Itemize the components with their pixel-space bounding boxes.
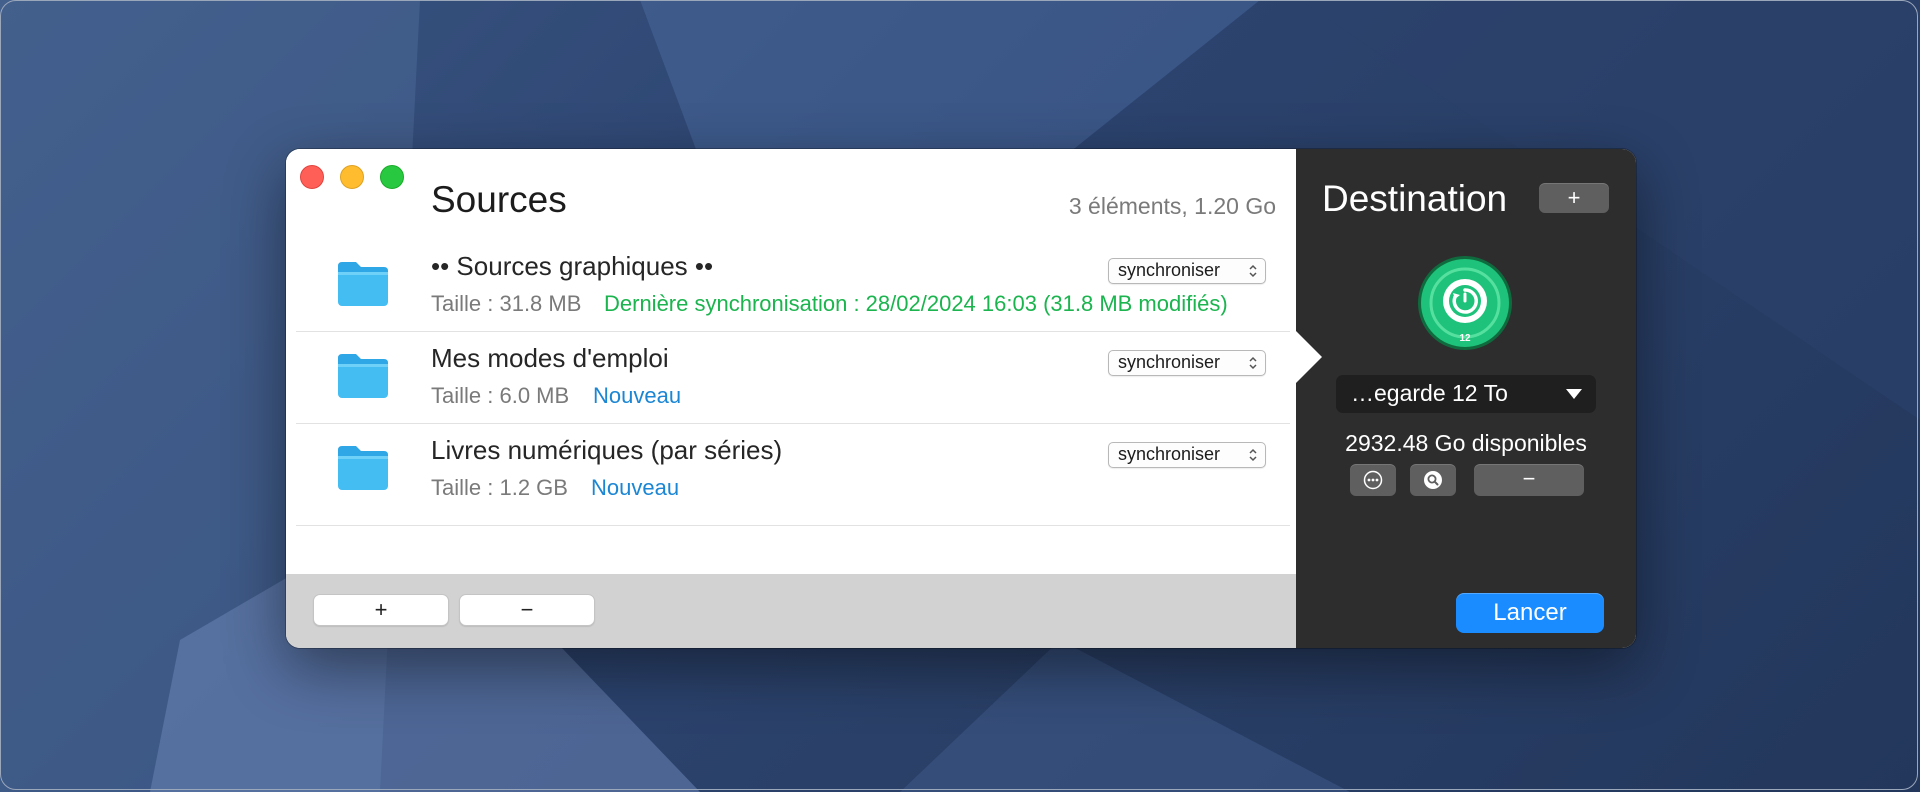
source-status: Dernière synchronisation : 28/02/2024 16… — [604, 291, 1228, 316]
source-status: Nouveau — [593, 383, 682, 408]
launch-button[interactable]: Lancer — [1456, 593, 1604, 633]
reveal-icon — [1424, 471, 1442, 489]
bottom-toolbar: + − — [286, 574, 1296, 648]
source-row[interactable]: Livres numériques (par séries) Taille : … — [296, 423, 1290, 526]
source-size: Taille : 31.8 MB — [431, 291, 582, 316]
source-status: Nouveau — [591, 475, 680, 500]
app-window: Sources 3 éléments, 1.20 Go •• Sources g… — [286, 149, 1636, 648]
source-size: Taille : 1.2 GB — [431, 475, 568, 500]
folder-icon — [338, 262, 388, 306]
sync-mode-select[interactable]: synchroniser — [1108, 258, 1266, 284]
sync-mode-select[interactable]: synchroniser — [1108, 442, 1266, 468]
folder-icon — [338, 446, 388, 490]
chevron-updown-icon — [1249, 448, 1257, 462]
source-size: Taille : 6.0 MB — [431, 383, 570, 408]
add-source-button[interactable]: + — [313, 594, 449, 626]
reveal-destination-button[interactable] — [1410, 464, 1456, 496]
sync-mode-value: synchroniser — [1118, 444, 1221, 464]
backup-disk-icon: 12 — [1418, 256, 1512, 350]
source-row[interactable]: Mes modes d'emploi Taille : 6.0 MB Nouve… — [296, 331, 1290, 424]
available-space: 2932.48 Go disponibles — [1345, 430, 1587, 456]
destination-disk-select[interactable]: …egarde 12 To — [1336, 375, 1596, 413]
more-options-button[interactable] — [1350, 464, 1396, 496]
zoom-window-button[interactable] — [380, 165, 404, 189]
minimize-window-button[interactable] — [340, 165, 364, 189]
destination-pane: Destination + 12 …egarde 12 To 2932.48 G… — [1296, 149, 1636, 648]
chevron-updown-icon — [1249, 264, 1257, 278]
source-row[interactable]: •• Sources graphiques •• Taille : 31.8 M… — [296, 239, 1290, 332]
sources-summary: 3 éléments, 1.20 Go — [1068, 193, 1276, 219]
remove-source-button[interactable]: − — [459, 594, 595, 626]
source-name: Mes modes d'emploi — [431, 343, 669, 373]
folder-icon — [338, 354, 388, 398]
chevron-down-icon — [1566, 389, 1582, 399]
chevron-updown-icon — [1249, 356, 1257, 370]
sources-title: Sources — [431, 179, 567, 220]
remove-destination-button[interactable]: − — [1474, 464, 1584, 496]
sync-mode-value: synchroniser — [1118, 260, 1221, 280]
source-name: •• Sources graphiques •• — [431, 251, 714, 281]
add-destination-button[interactable]: + — [1539, 183, 1609, 213]
sync-mode-value: synchroniser — [1118, 352, 1221, 372]
selection-pointer — [1296, 331, 1322, 383]
disk-badge: 12 — [1459, 333, 1471, 344]
sync-mode-select[interactable]: synchroniser — [1108, 350, 1266, 376]
close-window-button[interactable] — [300, 165, 324, 189]
destination-title: Destination — [1322, 178, 1508, 219]
source-name: Livres numériques (par séries) — [431, 435, 783, 465]
destination-disk-name: …egarde 12 To — [1351, 380, 1508, 406]
more-icon — [1363, 470, 1383, 490]
sources-pane: Sources 3 éléments, 1.20 Go •• Sources g… — [286, 149, 1296, 574]
